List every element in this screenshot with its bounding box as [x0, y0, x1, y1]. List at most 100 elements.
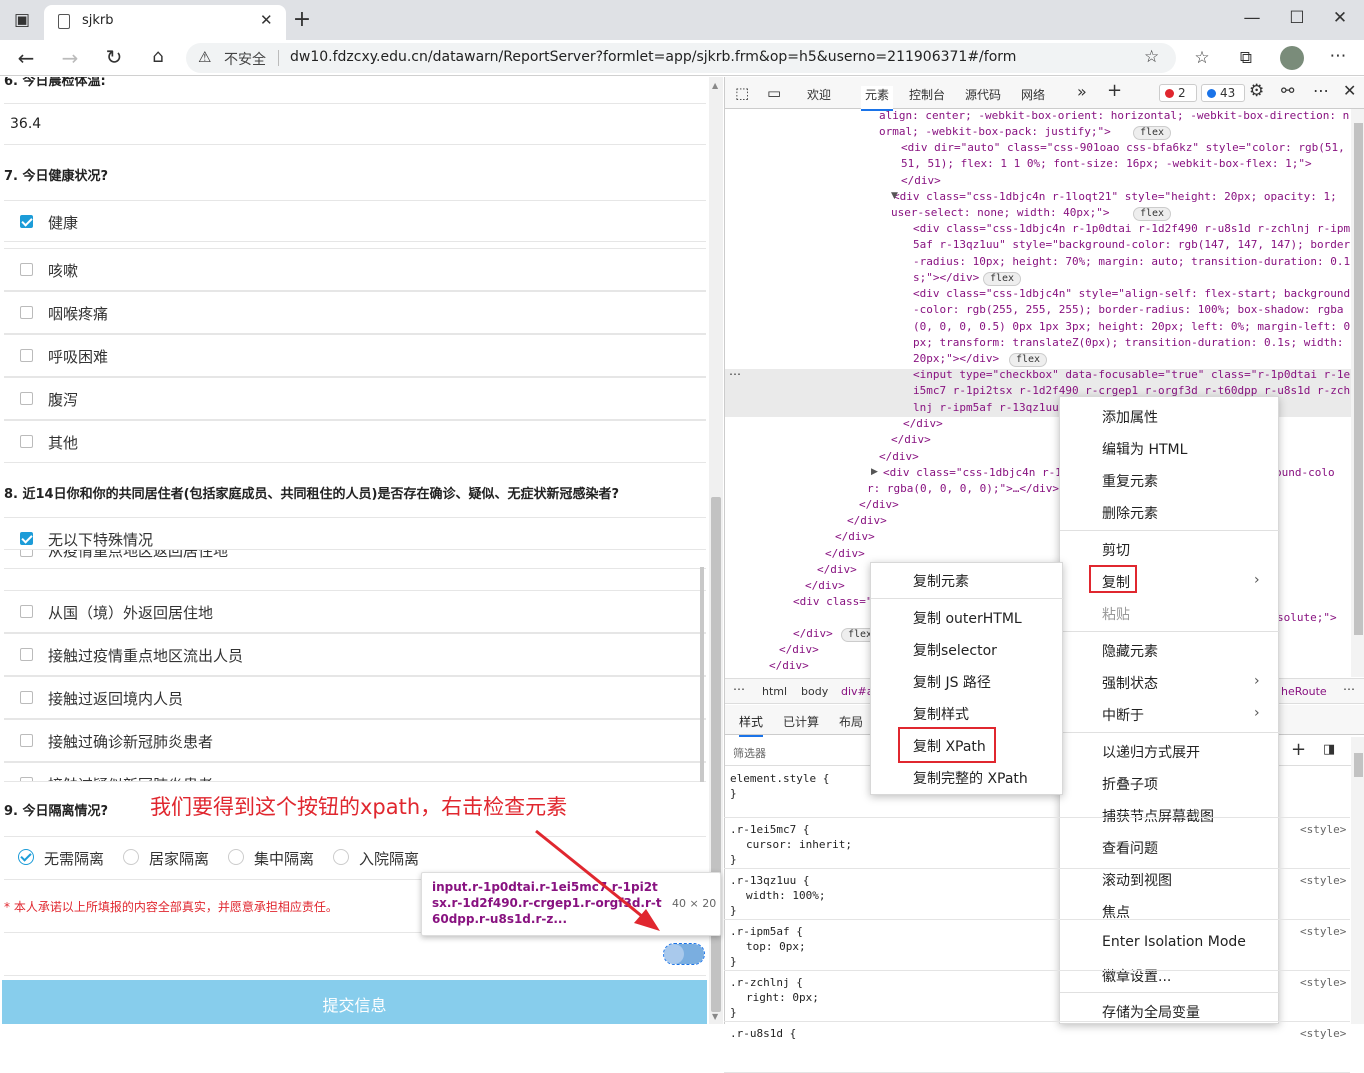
- context-menu-item[interactable]: 中断于: [1102, 705, 1144, 725]
- devtools-tab[interactable]: 控制台: [909, 86, 945, 103]
- context-menu-item[interactable]: 编辑为 HTML: [1102, 439, 1187, 459]
- code-line[interactable]: -radius: 10px; height: 70%; margin: auto…: [913, 254, 1350, 270]
- styles-scroll-thumb[interactable]: [1354, 753, 1363, 777]
- copy-submenu-item[interactable]: 复制样式: [913, 704, 969, 724]
- radio-button[interactable]: [333, 849, 349, 865]
- code-line[interactable]: </div>: [859, 497, 899, 513]
- style-rule[interactable]: element.style {}: [724, 767, 1350, 818]
- context-menu-item[interactable]: 隐藏元素: [1102, 641, 1158, 661]
- minimize-icon[interactable]: —: [1240, 8, 1264, 28]
- devtools-tab[interactable]: 欢迎: [807, 86, 831, 103]
- copy-submenu-item[interactable]: 复制 JS 路径: [913, 672, 991, 692]
- code-line[interactable]: ound-colo: [1275, 465, 1335, 481]
- q8-option[interactable]: 从疫情重点地区返回居住地: [4, 549, 706, 569]
- code-line[interactable]: <div class="css-1dbjc4n r-1loqt21" style…: [893, 189, 1337, 205]
- more-icon[interactable]: ⋯: [1326, 46, 1350, 66]
- collections-icon[interactable]: ⧉: [1234, 48, 1258, 68]
- breadcrumb-more[interactable]: ⋯: [733, 682, 745, 696]
- code-line[interactable]: <div class="css-1dbjc4n r-1: [883, 465, 1062, 481]
- checkbox-icon[interactable]: [20, 532, 33, 545]
- code-line[interactable]: </div>: [805, 578, 845, 594]
- style-rule[interactable]: .r-ipm5af {top: 0px;} <style>: [724, 920, 1350, 971]
- tree-scroll-thumb[interactable]: [1354, 123, 1363, 635]
- flex-badge[interactable]: flex: [1009, 353, 1048, 367]
- scroll-down-icon[interactable]: ▼: [712, 1012, 718, 1021]
- code-line[interactable]: s;"></div>: [913, 270, 979, 286]
- error-badge[interactable]: 2: [1159, 84, 1197, 102]
- styles-scrollbar[interactable]: [1351, 737, 1364, 1024]
- checkbox-icon[interactable]: [20, 605, 33, 618]
- rule-source[interactable]: <style>: [1300, 976, 1346, 989]
- address-bar[interactable]: ⚠ 不安全 dw10.fdzcxy.edu.cn/datawarn/Report…: [186, 43, 1176, 73]
- code-line[interactable]: r: rgba(0, 0, 0, 0);">…</div>: [867, 481, 1059, 497]
- code-line[interactable]: lnj r-ipm5af r-13qz1uu: [913, 400, 1059, 416]
- checkbox-icon[interactable]: [20, 306, 33, 319]
- more-tabs-icon[interactable]: »: [1077, 82, 1087, 101]
- code-line[interactable]: </div>: [879, 449, 919, 465]
- close-tab-icon[interactable]: ✕: [260, 11, 273, 29]
- context-menu-item[interactable]: 重复元素: [1102, 471, 1158, 491]
- code-line[interactable]: <div dir="auto" class="css-901oao css-bf…: [901, 140, 1345, 156]
- context-menu-item[interactable]: 剪切: [1102, 540, 1130, 560]
- code-line[interactable]: -color: rgb(255, 255, 255); border-radiu…: [913, 302, 1343, 318]
- devtools-tab[interactable]: 元素: [861, 86, 894, 111]
- code-line[interactable]: (0, 0, 0, 0.5) 0px 1px 3px; height: 20px…: [913, 319, 1350, 335]
- avatar[interactable]: [1280, 46, 1304, 70]
- home-icon[interactable]: ⌂: [146, 47, 170, 67]
- expand-arrow-icon[interactable]: ▼: [891, 191, 898, 201]
- code-line[interactable]: <input type="checkbox" data-focusable="t…: [913, 367, 1350, 383]
- checkbox-icon[interactable]: [20, 691, 33, 704]
- code-line[interactable]: </div>: [891, 432, 931, 448]
- code-line[interactable]: </div>: [825, 546, 865, 562]
- rule-source[interactable]: <style>: [1300, 925, 1346, 938]
- radio-button[interactable]: [18, 849, 34, 865]
- q8-option[interactable]: 接触过疑似新冠肺炎患者: [4, 762, 706, 782]
- checkbox-icon[interactable]: [20, 734, 33, 747]
- code-line[interactable]: </div>: [835, 529, 875, 545]
- warning-icon[interactable]: ⚠: [198, 48, 211, 66]
- url-text[interactable]: dw10.fdzcxy.edu.cn/datawarn/ReportServer…: [290, 49, 1016, 65]
- checkbox-icon[interactable]: [20, 392, 33, 405]
- rule-property[interactable]: cursor: inherit;: [746, 838, 852, 851]
- devtools-tab[interactable]: 网络: [1021, 86, 1045, 103]
- inspect-icon[interactable]: ⬚: [735, 84, 749, 102]
- code-line[interactable]: 51, 51); flex: 1 1 0%; font-size: 16px; …: [901, 156, 1312, 172]
- rule-property[interactable]: width: 100%;: [746, 889, 825, 902]
- checkbox-icon[interactable]: [20, 550, 33, 557]
- computed-tab[interactable]: 已计算: [783, 713, 819, 730]
- checkbox-icon[interactable]: [20, 648, 33, 661]
- new-tab-icon[interactable]: +: [290, 9, 314, 31]
- code-line[interactable]: </div>: [779, 642, 819, 658]
- code-line[interactable]: <div class="css-1dbjc4n r-1p0dtai r-1d2f…: [913, 221, 1350, 237]
- close-window-icon[interactable]: ✕: [1328, 8, 1352, 28]
- breadcrumb-route[interactable]: heRoute: [1281, 685, 1327, 698]
- context-menu-item[interactable]: 粘贴: [1102, 604, 1130, 624]
- settings-icon[interactable]: ⚙: [1249, 81, 1264, 101]
- style-rule[interactable]: .r-13qz1uu {width: 100%;} <style>: [724, 869, 1350, 920]
- favorites-icon[interactable]: ☆: [1190, 48, 1214, 68]
- rule-source[interactable]: <style>: [1300, 874, 1346, 887]
- rule-property[interactable]: right: 0px;: [746, 991, 819, 1004]
- rule-source[interactable]: <style>: [1300, 823, 1346, 836]
- q8-option[interactable]: 从国（境）外返回居住地: [4, 590, 706, 633]
- code-line[interactable]: </div>: [903, 416, 943, 432]
- add-tab-icon[interactable]: +: [1107, 80, 1122, 101]
- rule-source[interactable]: <style>: [1300, 1027, 1346, 1040]
- code-line[interactable]: </div>: [817, 562, 857, 578]
- rule-property[interactable]: top: 0px;: [746, 940, 806, 953]
- forward-icon[interactable]: →: [58, 48, 82, 68]
- code-line[interactable]: solute;">: [1277, 610, 1337, 626]
- breadcrumb-body[interactable]: body: [801, 685, 828, 698]
- security-label[interactable]: 不安全: [224, 49, 266, 69]
- q8-option[interactable]: 接触过返回境内人员: [4, 676, 706, 719]
- style-rule[interactable]: .r-1ei5mc7 {cursor: inherit;} <style>: [724, 818, 1350, 869]
- style-rule[interactable]: .r-zchlnj {right: 0px;} <style>: [724, 971, 1350, 1022]
- tab-actions-icon[interactable]: ▣: [10, 10, 34, 30]
- copy-submenu-item[interactable]: 复制 outerHTML: [913, 608, 1022, 628]
- layout-tab[interactable]: 布局: [839, 713, 863, 730]
- radio-button[interactable]: [123, 849, 139, 865]
- code-line[interactable]: <div class="css-1dbjc4n" style="align-se…: [913, 286, 1350, 302]
- q8-option[interactable]: 接触过疫情重点地区流出人员: [4, 633, 706, 676]
- q7-option[interactable]: 咽喉疼痛: [4, 291, 706, 334]
- code-line[interactable]: <div class=": [793, 594, 872, 610]
